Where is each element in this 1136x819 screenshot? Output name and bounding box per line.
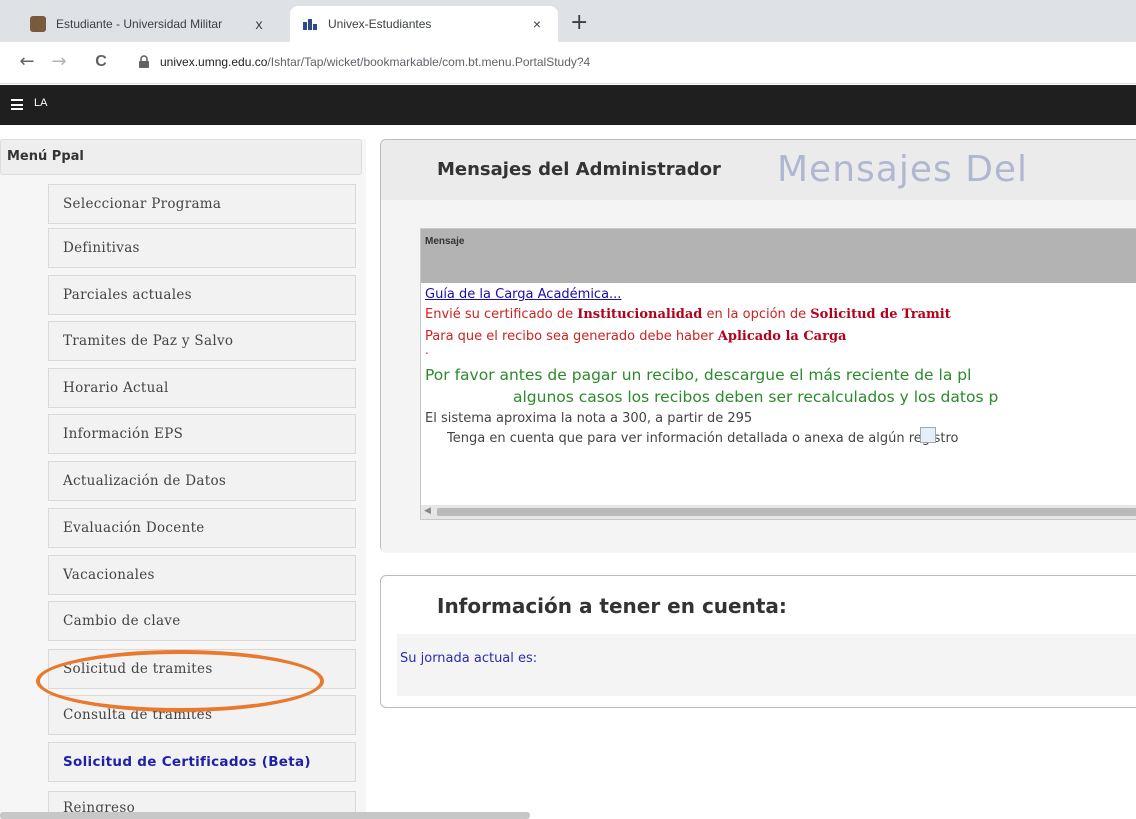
sidebar-item-cambio-clave[interactable]: Cambio de clave xyxy=(48,601,356,641)
browser-tab-estudiante[interactable]: Estudiante - Universidad Militar x xyxy=(18,6,280,42)
app-header: LA xyxy=(0,85,1136,125)
sidebar-item-informacion-eps[interactable]: Información EPS xyxy=(48,414,356,454)
sidebar-item-vacacionales[interactable]: Vacacionales xyxy=(48,555,356,595)
msg-bold: Solicitud de Tramit xyxy=(810,307,951,322)
hamburger-menu-icon[interactable] xyxy=(11,99,23,110)
table-header: Mensaje xyxy=(421,229,1136,283)
panel-body: Su jornada actual es: xyxy=(397,634,1136,696)
tab-title: Univex-Estudiantes xyxy=(328,17,432,31)
list-item: algunos casos los recibos deben ser reca… xyxy=(513,388,999,406)
url-host: univex.umng.edu.co xyxy=(160,55,268,69)
scrollbar-thumb[interactable] xyxy=(437,508,1136,516)
sidebar-item-definitivas[interactable]: Definitivas xyxy=(48,228,356,268)
sidebar-item-seleccionar-programa[interactable]: Seleccionar Programa xyxy=(48,184,356,224)
user-label: LA xyxy=(34,97,48,109)
forward-icon[interactable]: → xyxy=(48,51,70,73)
browser-toolbar: ← → C univex.umng.edu.co /Ishtar/Tap/wic… xyxy=(0,42,1136,84)
reload-icon[interactable]: C xyxy=(90,51,112,73)
msg-bold: Aplicado la Carga xyxy=(717,329,847,344)
messages-table: Mensaje Guía de la Carga Académica... En… xyxy=(420,228,1136,520)
list-item: Por favor antes de pagar un recibo, desc… xyxy=(425,366,972,384)
messages-list: Guía de la Carga Académica... Envié su c… xyxy=(421,283,1136,505)
panel-title: Información a tener en cuenta: xyxy=(437,594,787,618)
sidebar-item-actualizacion-datos[interactable]: Actualización de Datos xyxy=(48,461,356,501)
jornada-label: Su jornada actual es: xyxy=(400,651,538,666)
back-icon[interactable]: ← xyxy=(16,51,38,73)
list-item: Envié su certificado de Institucionalida… xyxy=(425,307,951,322)
list-item: El sistema aproxima la nota a 300, a par… xyxy=(425,411,753,426)
list-item: Para que el recibo sea generado debe hab… xyxy=(425,329,846,344)
guide-link[interactable]: Guía de la Carga Académica... xyxy=(425,287,621,302)
tab-close-icon[interactable]: × xyxy=(526,16,548,32)
address-bar[interactable]: univex.umng.edu.co /Ishtar/Tap/wicket/bo… xyxy=(138,48,1128,76)
sidebar-item-solicitud-certificados[interactable]: Solicitud de Certificados (Beta) xyxy=(48,742,356,782)
university-favicon-icon xyxy=(30,16,46,32)
scroll-left-icon[interactable]: ◀ xyxy=(424,506,431,516)
new-tab-icon[interactable]: + xyxy=(570,12,588,34)
sidebar-item-horario-actual[interactable]: Horario Actual xyxy=(48,368,356,408)
msg-bold: Institucionalidad xyxy=(577,307,703,322)
tab-title: Estudiante - Universidad Militar xyxy=(56,17,223,31)
tab-close-icon[interactable]: x xyxy=(248,16,270,32)
browser-tab-univex[interactable]: Univex-Estudiantes × xyxy=(290,6,558,42)
list-item: . xyxy=(425,343,429,357)
info-panel: Información a tener en cuenta: Su jornad… xyxy=(380,575,1136,708)
url-path: /Ishtar/Tap/wicket/bookmarkable/com.bt.m… xyxy=(267,55,591,69)
highlight-circle-annotation xyxy=(36,650,324,712)
panel-header: Mensajes del Administrador Mensajes Del xyxy=(381,140,1136,200)
sidebar-menu: Menú Ppal Seleccionar Programa Definitiv… xyxy=(0,139,366,819)
sidebar-item-parciales-actuales[interactable]: Parciales actuales xyxy=(48,275,356,315)
panel-title-watermark: Mensajes Del xyxy=(777,149,1029,190)
column-header-mensaje: Mensaje xyxy=(425,236,465,247)
menu-header: Menú Ppal xyxy=(0,139,362,175)
list-item: Tenga en cuenta que para ver información… xyxy=(447,431,959,446)
table-horizontal-scrollbar[interactable]: ◀ xyxy=(421,505,1136,519)
sidebar-item-tramites-paz-salvo[interactable]: Tramites de Paz y Salvo xyxy=(48,321,356,361)
panel-title: Mensajes del Administrador xyxy=(437,159,721,180)
lock-icon xyxy=(138,55,152,69)
page-horizontal-scrollbar[interactable] xyxy=(0,812,530,819)
msg-text: Envié su certificado de xyxy=(425,307,578,322)
msg-text: en la opción de xyxy=(702,307,811,322)
broken-image-icon xyxy=(920,427,936,443)
msg-text: Para que el recibo sea generado debe hab… xyxy=(425,329,718,344)
browser-tab-strip: Estudiante - Universidad Militar x Unive… xyxy=(0,0,1136,42)
admin-messages-panel: Mensajes del Administrador Mensajes Del … xyxy=(380,139,1136,553)
sidebar-item-evaluacion-docente[interactable]: Evaluación Docente xyxy=(48,508,356,548)
univex-favicon-icon xyxy=(302,16,318,32)
